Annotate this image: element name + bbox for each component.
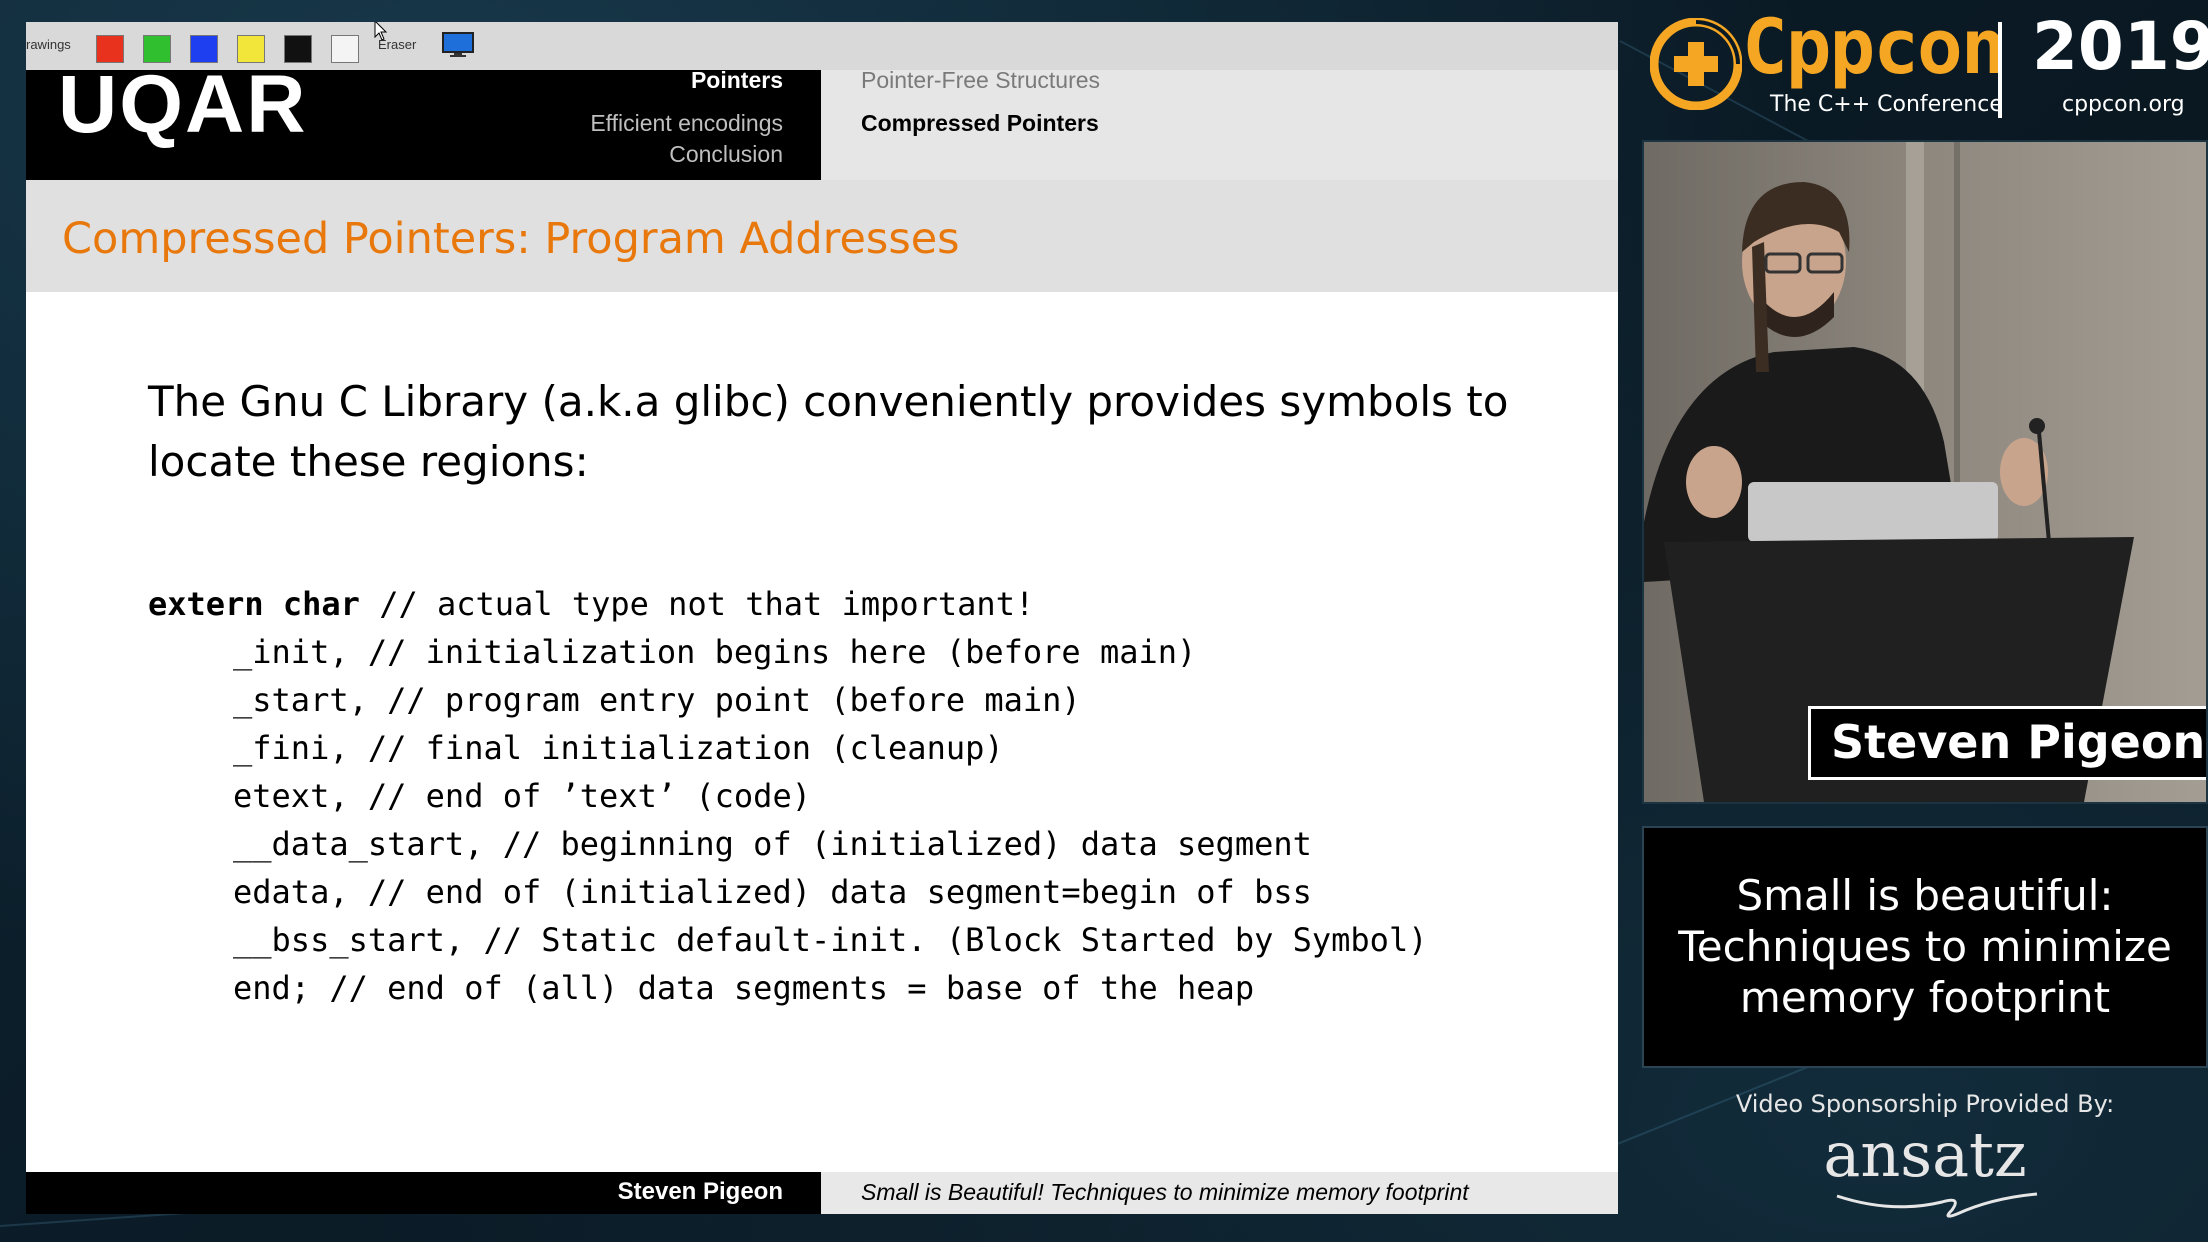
talk-title-box: Small is beautiful: Techniques to minimi… — [1642, 826, 2208, 1068]
cppcon-url: cppcon.org — [2062, 92, 2185, 117]
slide-header: UQAR Pointers Efficient encodings Conclu… — [26, 59, 1618, 180]
sponsor-logo: ansatz — [1823, 1118, 2027, 1191]
speaker-name-box: Steven Pigeon — [1808, 706, 2206, 780]
nav-subsection-compressed-pointers[interactable]: Compressed Pointers — [861, 110, 1099, 137]
cppcon-name: Cppcon — [1742, 2, 2007, 91]
code-line: _fini, // final initialization (cleanup) — [233, 729, 1004, 767]
frame-title-bar: Compressed Pointers: Program Addresses — [26, 180, 1618, 292]
footer-title-box: Small is Beautiful! Techniques to minimi… — [821, 1172, 1618, 1214]
speaker-name: Steven Pigeon — [1831, 715, 2206, 769]
footer-title: Small is Beautiful! Techniques to minimi… — [861, 1179, 1469, 1205]
monitor-icon[interactable] — [442, 32, 474, 58]
code-line: etext, // end of ’text’ (code) — [233, 777, 811, 815]
code-comment: // actual type not that important! — [359, 585, 1035, 623]
code-line: __bss_start, // Static default-init. (Bl… — [233, 921, 1428, 959]
code-line: __data_start, // beginning of (initializ… — [233, 825, 1312, 863]
speaker-video-frame — [1644, 142, 2206, 802]
sponsor-swash-icon — [1836, 1192, 2038, 1218]
talk-title-line: Techniques to minimize — [1678, 922, 2172, 971]
slide-footer: Steven Pigeon Small is Beautiful! Techni… — [26, 1172, 1618, 1214]
code-keyword: extern char — [148, 585, 360, 623]
cppcon-branding: Cppcon The C++ Conference 2019 cppcon.or… — [1640, 0, 2208, 140]
footer-author-box: Steven Pigeon — [26, 1172, 821, 1214]
cppcon-plus-icon — [1650, 18, 1742, 110]
code-line: edata, // end of (initialized) data segm… — [233, 873, 1312, 911]
cppcon-tagline: The C++ Conference — [1770, 92, 2003, 117]
code-line: _start, // program entry point (before m… — [233, 681, 1081, 719]
frame-title: Compressed Pointers: Program Addresses — [62, 214, 960, 264]
uqar-logo: UQAR — [58, 59, 308, 150]
nav-subsection-pointer-free[interactable]: Pointer-Free Structures — [861, 67, 1100, 94]
talk-title-line: Small is beautiful: — [1736, 871, 2114, 920]
sponsor-label: Video Sponsorship Provided By: — [1735, 1090, 2115, 1118]
cppcon-year: 2019 — [2032, 8, 2208, 85]
code-line: _init, // initialization begins here (be… — [233, 633, 1197, 671]
footer-author: Steven Pigeon — [617, 1178, 783, 1205]
slide: rawings Eraser UQAR Pointers Efficient e… — [26, 22, 1618, 1214]
talk-title: Small is beautiful: Techniques to minimi… — [1644, 870, 2206, 1023]
intro-paragraph: The Gnu C Library (a.k.a glibc) convenie… — [148, 377, 1509, 486]
logo-box: UQAR Pointers Efficient encodings Conclu… — [26, 59, 821, 180]
code-line: extern char // actual type not that impo… — [148, 580, 1427, 628]
code-block: extern char // actual type not that impo… — [148, 580, 1427, 1012]
drawings-label: rawings — [26, 37, 71, 52]
color-swatch-white[interactable] — [331, 35, 359, 63]
speaker-video: Steven Pigeon — [1642, 140, 2208, 804]
code-line: end; // end of (all) data segments = bas… — [233, 969, 1255, 1007]
mouse-cursor-icon — [374, 22, 388, 41]
talk-title-line: memory footprint — [1739, 973, 2111, 1022]
nav-section-pointers[interactable]: Pointers — [691, 67, 783, 94]
nav-section-conclusion[interactable]: Conclusion — [669, 141, 783, 168]
divider — [1998, 22, 2002, 118]
nav-section-efficient-encodings[interactable]: Efficient encodings — [590, 110, 783, 137]
